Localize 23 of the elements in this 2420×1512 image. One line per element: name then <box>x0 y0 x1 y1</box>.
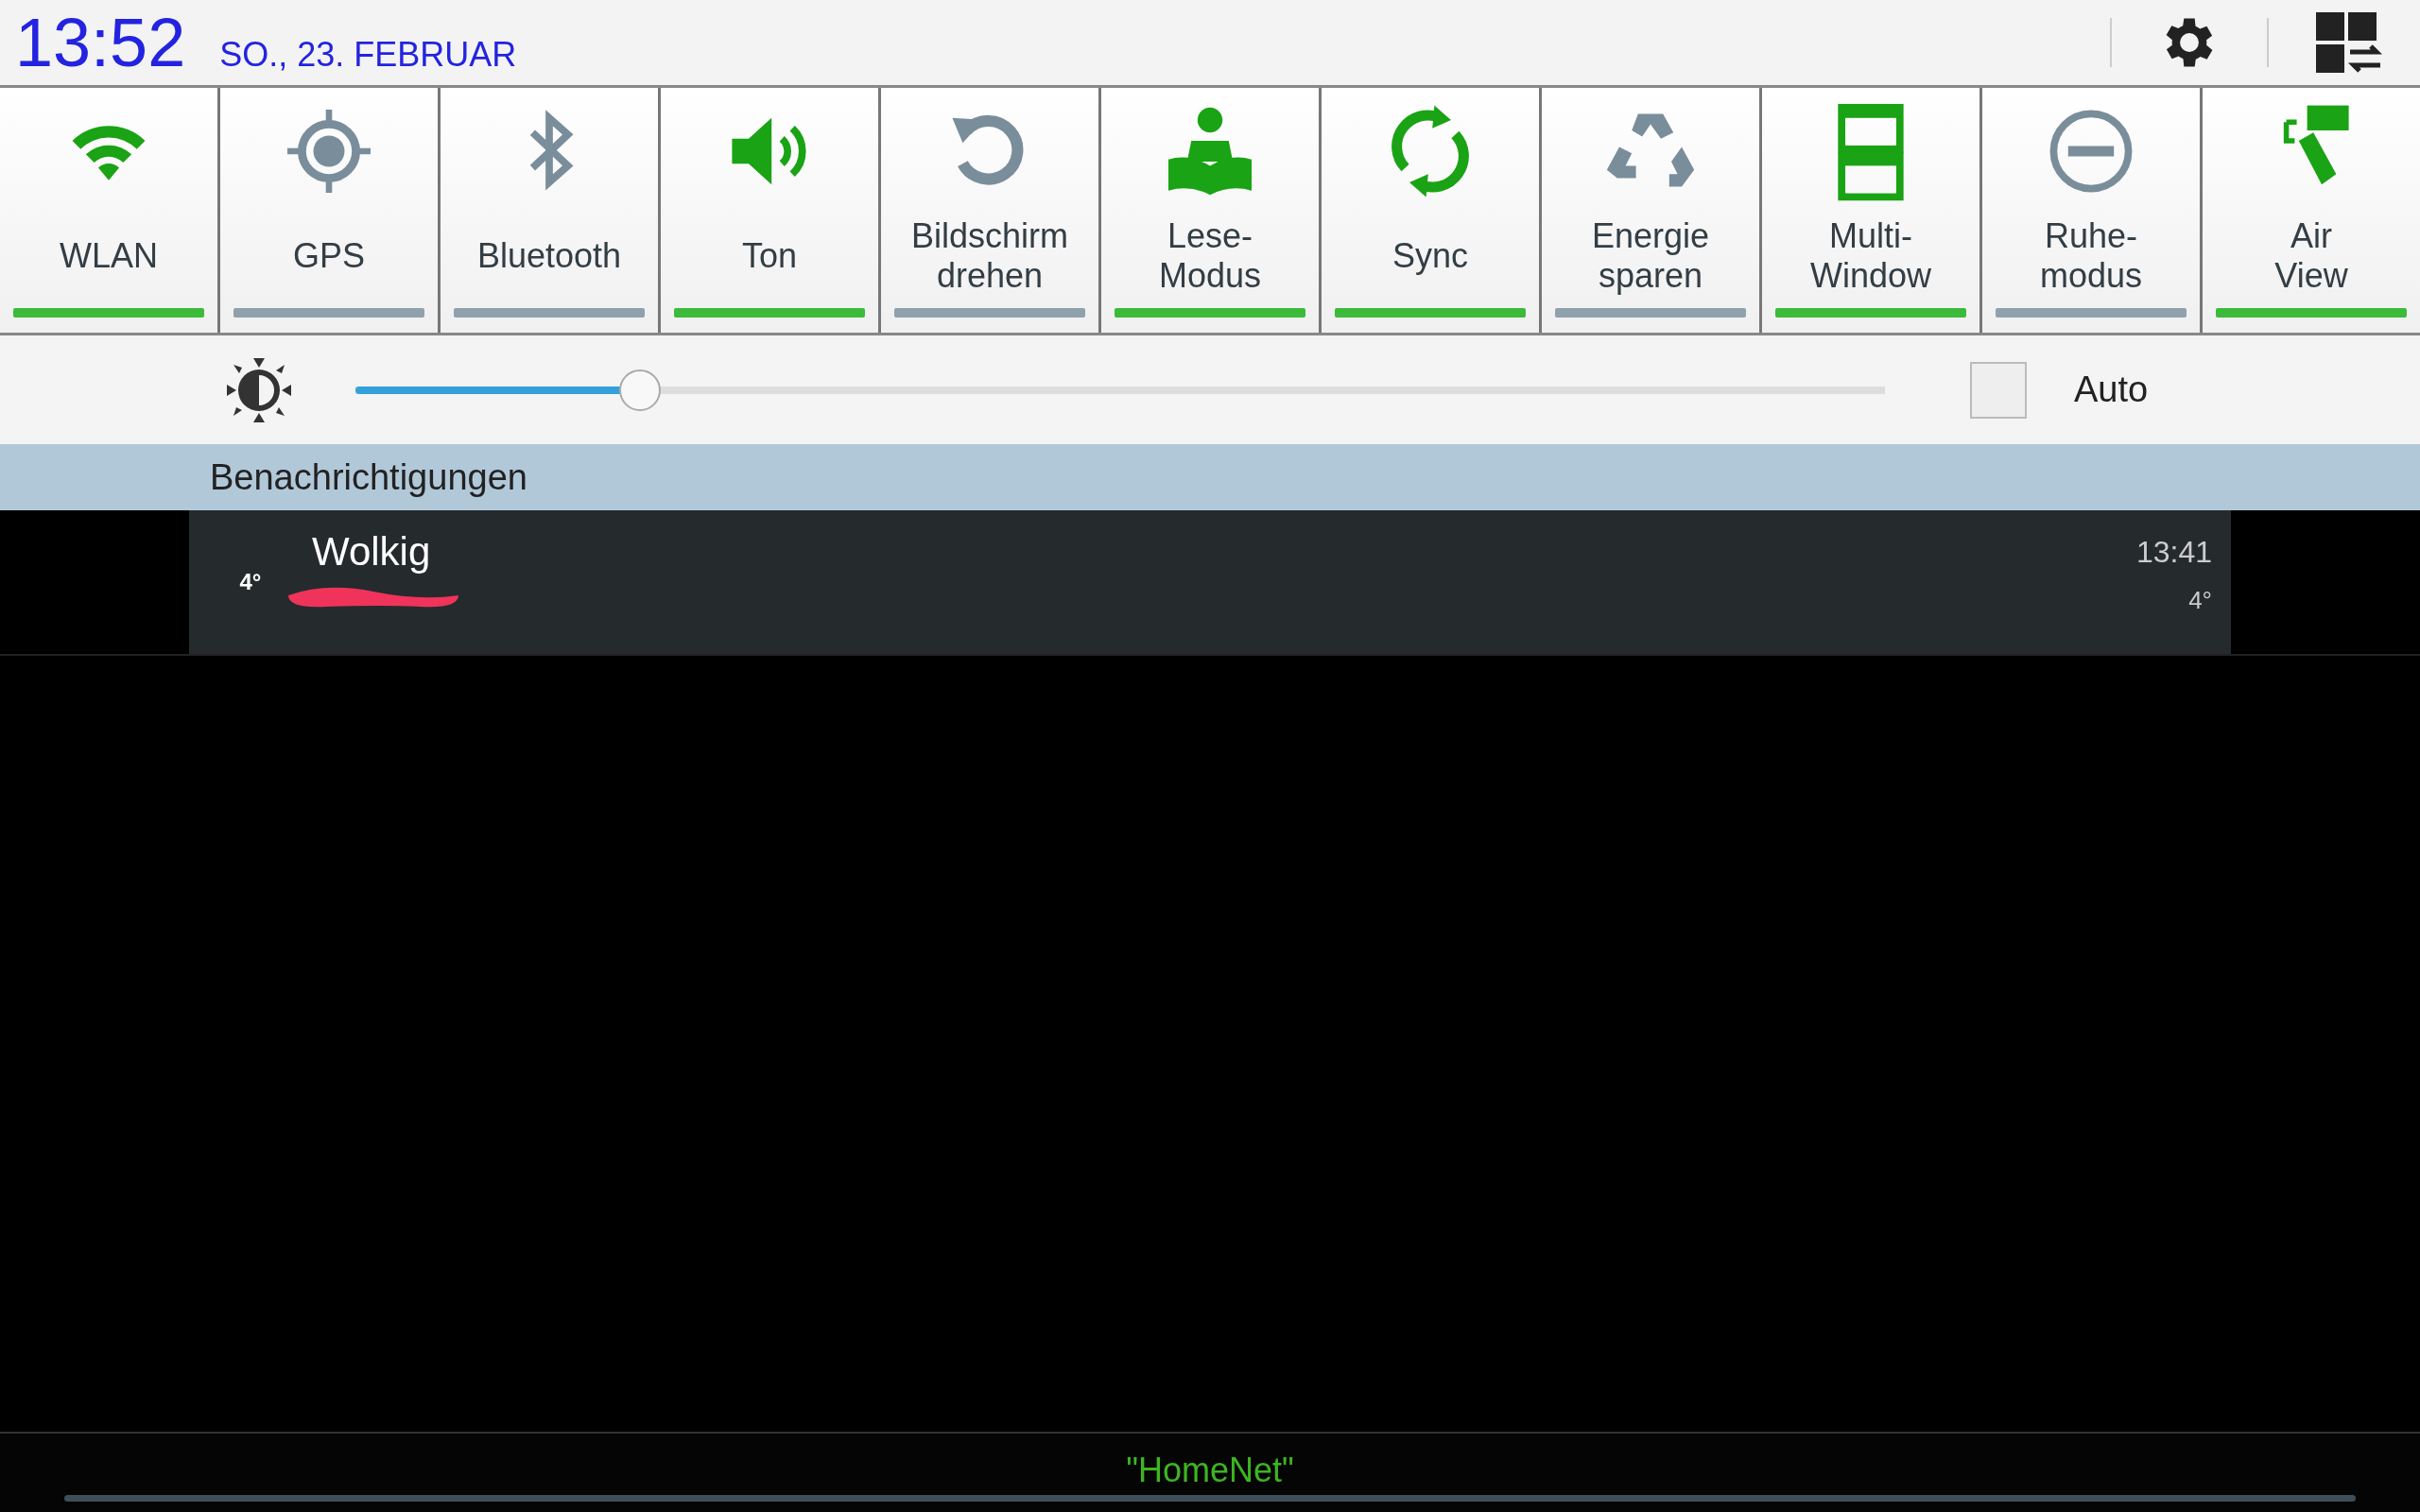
network-name: "HomeNet" <box>1125 1450 1295 1491</box>
toggle-label: Lese-Modus <box>1158 216 1261 295</box>
auto-checkbox[interactable] <box>1970 361 2027 419</box>
toggle-label: Ton <box>741 235 797 276</box>
toggle-label: Sync <box>1392 235 1468 276</box>
auto-label: Auto <box>2074 369 2149 411</box>
notification-time: 13:41 <box>2135 534 2212 571</box>
weather-icon-text: 4° <box>238 568 263 596</box>
toggle-label: Air View <box>2274 216 2348 295</box>
toggle-label: Multi-Window <box>1809 216 1931 295</box>
toggle-label: Energie sparen <box>1591 216 1710 295</box>
notification-card[interactable]: 4° Wolkig 13:41 4° <box>189 510 2231 654</box>
notification-title: Wolkig <box>312 528 432 576</box>
grid-switch-icon[interactable] <box>2314 10 2382 75</box>
toggle-label: Bluetooth <box>476 235 622 276</box>
date-text: SO., 23. FEBRUAR <box>219 34 517 76</box>
clock-text: 13:52 <box>15 9 186 77</box>
toggle-label: GPS <box>293 235 365 276</box>
toggle-label: Ruhe-modus <box>2039 216 2142 295</box>
notification-info: 4° <box>2187 585 2212 616</box>
toggle-label: Bildschirm drehen <box>911 216 1068 295</box>
toggle-label: WLAN <box>60 235 158 276</box>
notifications-header: Benachrichtigungen <box>210 455 527 499</box>
